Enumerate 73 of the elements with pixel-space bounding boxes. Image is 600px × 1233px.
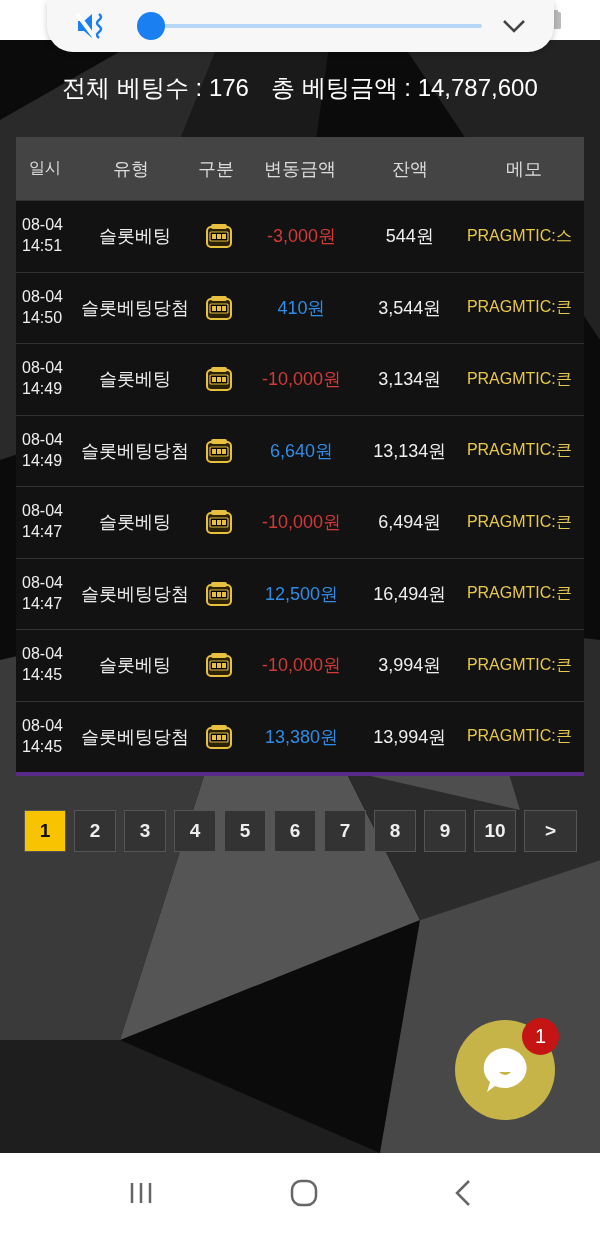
balance-cell-text: 16,494원: [372, 582, 448, 606]
date-time-cell-text: 08-04 14:47: [21, 501, 64, 543]
type-cell-text: 슬롯베팅: [98, 654, 173, 678]
balance-cell-text: 544원: [384, 225, 435, 249]
column-header: 잔액: [391, 157, 429, 181]
amount-change-cell-text: 6,640원: [268, 439, 334, 463]
date-time-cell-text: 08-04 14:49: [21, 429, 64, 471]
page-button[interactable]: 3: [124, 810, 166, 852]
type-cell-text: 슬롯베팅: [98, 511, 173, 535]
column-header: 변동금액: [263, 157, 337, 181]
column-header: 유형: [112, 157, 150, 181]
memo-cell-text: PRAGMTIC:큰: [465, 440, 573, 461]
slot-machine-icon: [204, 294, 233, 321]
memo-cell-text: PRAGMTIC:큰: [465, 368, 573, 389]
column-header: 구분: [197, 157, 235, 181]
date-time-cell-text: 08-04 14:45: [21, 715, 64, 757]
balance-cell-text: 3,544원: [377, 296, 443, 320]
slider-thumb[interactable]: [137, 12, 165, 40]
page-button[interactable]: 2: [74, 810, 116, 852]
type-cell-text: 슬롯베팅당첨: [80, 439, 191, 463]
memo-cell-text: PRAGMTIC:큰: [465, 511, 573, 532]
page-button[interactable]: >: [524, 810, 577, 852]
date-time-cell-text: 08-04 14:49: [21, 358, 64, 400]
slot-machine-icon: [204, 366, 233, 393]
memo-cell-text: PRAGMTIC:스: [465, 225, 573, 246]
date-time-cell-text: 08-04 14:45: [21, 644, 64, 686]
column-header: 메모: [504, 157, 543, 181]
recent-apps-icon[interactable]: [128, 1181, 154, 1205]
amount-change-cell-text: -10,000원: [260, 368, 342, 392]
slot-machine-icon: [204, 652, 233, 679]
type-cell-text: 슬롯베팅당첨: [80, 725, 191, 749]
amount-change-cell-text: -10,000원: [260, 511, 342, 535]
page-button[interactable]: 9: [424, 810, 466, 852]
slot-machine-icon: [204, 723, 233, 750]
date-time-cell-text: 08-04 14:50: [21, 286, 64, 328]
page-button[interactable]: 5: [224, 810, 266, 852]
total-bets-text: 전체 베팅수 : 176: [62, 73, 249, 103]
balance-cell-text: 3,994원: [377, 654, 443, 678]
type-cell-text: 슬롯베팅: [98, 225, 173, 249]
page-button[interactable]: 4: [174, 810, 216, 852]
balance-cell-text: 3,134원: [377, 368, 443, 392]
amount-change-cell-text: -10,000원: [260, 654, 342, 678]
page-button[interactable]: 10: [474, 810, 516, 852]
type-cell-text: 슬롯베팅당첨: [80, 582, 191, 606]
memo-cell-text: PRAGMTIC:큰: [465, 654, 573, 675]
balance-cell-text: 6,494원: [377, 511, 443, 535]
amount-change-cell-text: 13,380원: [263, 725, 339, 749]
page-button[interactable]: 6: [274, 810, 316, 852]
amount-change-cell-text: 410원: [276, 296, 327, 320]
back-icon[interactable]: [454, 1179, 472, 1207]
total-amount-text: 총 베팅금액 : 14,787,600: [270, 73, 538, 103]
page-button[interactable]: 8: [374, 810, 416, 852]
slot-machine-icon: [204, 580, 233, 607]
memo-cell-text: PRAGMTIC:큰: [465, 297, 573, 318]
balance-cell-text: 13,134원: [372, 439, 448, 463]
slot-machine-icon: [204, 509, 233, 536]
page-button[interactable]: 1: [24, 810, 66, 852]
chevron-down-icon[interactable]: [502, 19, 526, 33]
memo-cell-text: PRAGMTIC:큰: [465, 583, 573, 604]
date-time-cell-text: 08-04 14:47: [21, 572, 64, 614]
slot-machine-icon: [204, 437, 233, 464]
amount-change-cell-text: -3,000원: [265, 225, 337, 249]
home-icon[interactable]: [290, 1179, 318, 1207]
amount-change-cell-text: 12,500원: [263, 582, 339, 606]
volume-slider[interactable]: [137, 12, 482, 40]
memo-cell-text: PRAGMTIC:큰: [465, 726, 573, 747]
page-button[interactable]: 7: [324, 810, 366, 852]
balance-cell-text: 13,994원: [372, 725, 448, 749]
column-header: 일시: [28, 158, 62, 178]
type-cell-text: 슬롯베팅: [98, 368, 173, 392]
date-time-cell-text: 08-04 14:51: [21, 215, 64, 257]
slot-machine-icon: [204, 223, 233, 250]
type-cell-text: 슬롯베팅당첨: [80, 296, 191, 320]
